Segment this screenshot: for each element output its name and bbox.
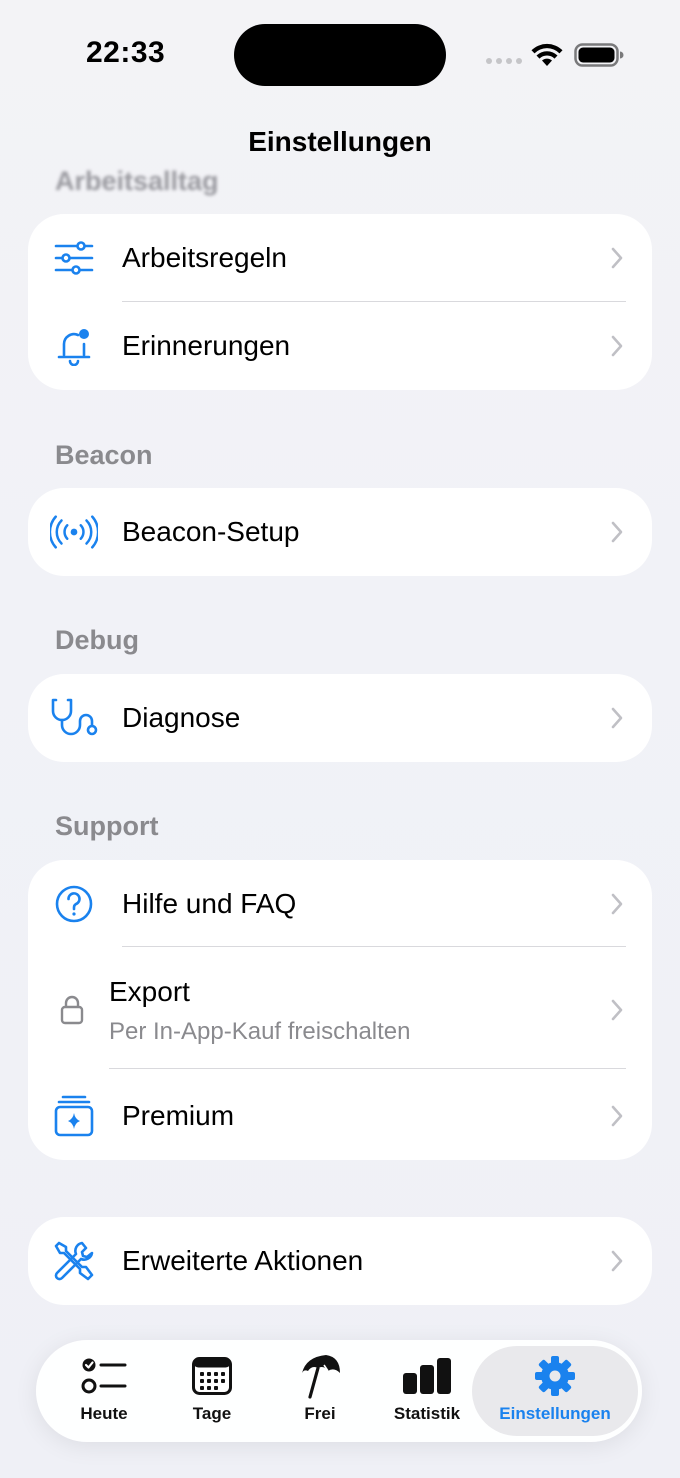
chevron-right-icon	[611, 999, 623, 1021]
row-arbeitsregeln[interactable]: Arbeitsregeln	[28, 214, 652, 302]
row-erweiterte-aktionen[interactable]: Erweiterte Aktionen	[28, 1217, 652, 1305]
row-label: Erinnerungen	[122, 330, 291, 361]
chevron-right-icon	[611, 521, 623, 543]
bar-chart-icon	[402, 1350, 452, 1402]
dynamic-island	[234, 24, 446, 86]
row-divider	[109, 1068, 626, 1069]
card-beacon: Beacon-Setup	[28, 488, 652, 576]
chevron-right-icon	[611, 707, 623, 729]
wifi-icon	[531, 43, 563, 66]
section-header-debug: Debug	[55, 625, 139, 655]
tab-label: Tage	[192, 1404, 232, 1423]
row-label: Hilfe und FAQ	[122, 888, 297, 919]
row-label: Diagnose	[122, 702, 241, 733]
tab-tage[interactable]: Tage	[158, 1346, 266, 1436]
row-label: Erweiterte Aktionen	[122, 1245, 364, 1276]
card-debug: Diagnose	[28, 674, 652, 762]
tab-einstellungen[interactable]: Einstellungen	[472, 1346, 638, 1436]
card-support: Hilfe und FAQ Export Per In-App-Kauf fre…	[28, 860, 652, 1160]
section-header-beacon: Beacon	[55, 440, 153, 470]
row-label: Premium	[122, 1100, 235, 1131]
row-erinnerungen[interactable]: Erinnerungen	[28, 302, 652, 390]
row-sublabel: Per In-App-Kauf freischalten	[109, 1018, 411, 1045]
page-title: Einstellungen	[248, 126, 432, 157]
tools-icon	[50, 1237, 98, 1285]
chevron-right-icon	[611, 1105, 623, 1127]
gear-icon	[534, 1350, 576, 1402]
row-premium[interactable]: Premium	[28, 1072, 652, 1160]
cellular-signal-icon	[486, 58, 522, 64]
chevron-right-icon	[611, 247, 623, 269]
question-circle-icon	[50, 880, 98, 928]
sparkle-stack-icon	[50, 1092, 98, 1140]
checklist-icon	[81, 1350, 127, 1402]
bell-badge-icon	[50, 322, 98, 370]
tab-label: Einstellungen	[499, 1404, 611, 1423]
section-header-arbeitsalltag: Arbeitsalltag	[55, 166, 219, 196]
status-bar: 22:33	[0, 0, 680, 110]
tab-heute[interactable]: Heute	[50, 1346, 158, 1436]
row-label: Arbeitsregeln	[122, 242, 287, 273]
row-label: Beacon-Setup	[122, 516, 300, 547]
row-divider	[122, 946, 626, 947]
card-advanced: Erweiterte Aktionen	[28, 1217, 652, 1305]
chevron-right-icon	[611, 1250, 623, 1272]
broadcast-icon	[50, 508, 98, 556]
row-beacon-setup[interactable]: Beacon-Setup	[28, 488, 652, 576]
tab-bar: Heute Tage Frei Statistik Einstellungen	[36, 1340, 642, 1442]
status-time: 22:33	[86, 36, 166, 69]
tab-statistik[interactable]: Statistik	[374, 1346, 480, 1436]
tab-frei[interactable]: Frei	[266, 1346, 374, 1436]
lock-icon	[48, 986, 96, 1034]
tab-label: Statistik	[393, 1404, 461, 1423]
tab-label: Frei	[304, 1404, 336, 1423]
chevron-right-icon	[611, 335, 623, 357]
sliders-icon	[50, 234, 98, 282]
card-arbeitsalltag: Arbeitsregeln Erinnerungen	[28, 214, 652, 390]
beach-umbrella-icon	[298, 1350, 342, 1402]
battery-icon	[574, 43, 624, 67]
chevron-right-icon	[611, 893, 623, 915]
tab-label: Heute	[80, 1404, 128, 1423]
section-header-support: Support	[55, 811, 159, 841]
stethoscope-icon	[50, 694, 98, 742]
row-label: Export	[109, 976, 190, 1007]
calendar-icon	[192, 1350, 232, 1402]
row-diagnose[interactable]: Diagnose	[28, 674, 652, 762]
row-export[interactable]: Export Per In-App-Kauf freischalten	[28, 948, 652, 1072]
row-hilfe-faq[interactable]: Hilfe und FAQ	[28, 860, 652, 948]
